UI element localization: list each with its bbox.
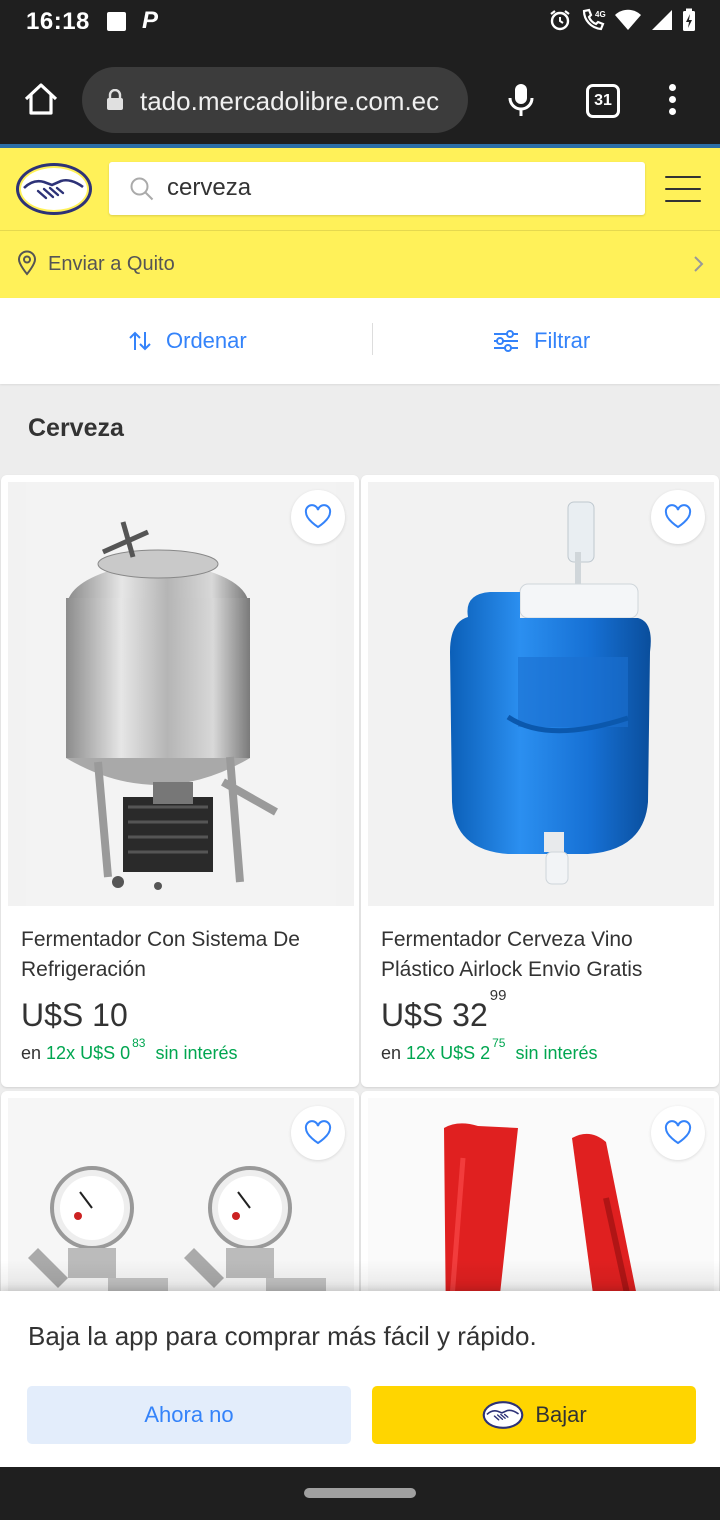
price-cents: 99 xyxy=(489,987,507,1005)
installments-amount: U$S 2 xyxy=(440,1043,491,1063)
network-type-label: 4G xyxy=(595,10,606,19)
browser-toolbar: tado.mercadolibre.com.ec 31 xyxy=(0,46,720,146)
filter-sliders-icon xyxy=(494,330,518,352)
voice-search-button[interactable] xyxy=(506,82,536,123)
installments-cents: 83 xyxy=(132,1036,146,1050)
browser-menu-button[interactable] xyxy=(664,84,680,120)
url-text: tado.mercadolibre.com.ec xyxy=(140,86,440,116)
toolbar-divider xyxy=(372,323,373,355)
microphone-icon xyxy=(508,84,534,116)
heart-icon xyxy=(304,504,332,529)
sort-label: Ordenar xyxy=(166,328,247,353)
alarm-icon xyxy=(550,10,570,31)
site-header: Enviar a Quito xyxy=(0,148,720,298)
installments-suffix: sin interés xyxy=(515,1043,598,1063)
dot-icon xyxy=(668,96,676,103)
home-gesture-handle[interactable] xyxy=(304,1488,416,1498)
installments-amount: U$S 0 xyxy=(80,1043,131,1063)
installments-prefix: en xyxy=(381,1043,402,1063)
sort-arrows-icon xyxy=(129,331,151,351)
sort-filter-bar: Ordenar Filtrar xyxy=(0,298,720,384)
product-title[interactable]: Fermentador Con Sistema De Refrigeración xyxy=(21,925,341,985)
product-card[interactable]: Fermentador Con Sistema De Refrigeración… xyxy=(1,475,359,1087)
menu-line xyxy=(665,200,701,202)
delivery-location-row[interactable]: Enviar a Quito xyxy=(0,231,720,297)
wifi-icon xyxy=(615,9,641,30)
favorite-button[interactable] xyxy=(291,490,345,544)
heart-icon xyxy=(664,1120,692,1145)
dismiss-app-button[interactable]: Ahora no xyxy=(27,1386,351,1444)
product-image-fermenter-steel[interactable] xyxy=(8,482,354,906)
lock-icon xyxy=(107,89,123,110)
blue-fermenter-image xyxy=(450,501,651,885)
app-banner-message: Baja la app para comprar más fácil y ráp… xyxy=(28,1321,537,1351)
mercadolibre-logo[interactable] xyxy=(14,161,94,217)
installments-suffix: sin interés xyxy=(155,1043,238,1063)
call-icon: 4G xyxy=(582,8,606,31)
banner-shadow xyxy=(0,1260,720,1292)
search-box xyxy=(109,162,645,215)
product-price: U$S 3299 xyxy=(381,987,506,1034)
main-menu-button[interactable] xyxy=(665,176,701,204)
notification-square-icon xyxy=(107,12,126,31)
tab-switcher-button[interactable]: 31 xyxy=(586,84,620,118)
search-icon xyxy=(130,177,154,201)
product-price: U$S 10 xyxy=(21,997,130,1034)
installments-cents: 75 xyxy=(492,1036,506,1050)
dot-icon xyxy=(668,84,676,91)
sort-button[interactable]: Ordenar xyxy=(128,298,247,384)
favorite-button[interactable] xyxy=(651,490,705,544)
product-card[interactable]: Fermentador Cerveza Vino Plástico Airloc… xyxy=(361,475,719,1087)
price-amount: U$S 10 xyxy=(21,997,128,1033)
search-input[interactable] xyxy=(167,172,627,204)
chevron-right-icon xyxy=(694,256,704,272)
filter-label: Filtrar xyxy=(534,328,591,353)
handshake-logo-icon xyxy=(482,1401,524,1429)
app-download-banner: Baja la app para comprar más fácil y ráp… xyxy=(0,1291,720,1467)
menu-line xyxy=(665,188,701,190)
download-app-label: Bajar xyxy=(535,1402,587,1427)
status-bar: 16:18 P 4G xyxy=(0,0,720,46)
installments: en 12x U$S 0 83 sin interés xyxy=(21,1036,238,1064)
results-title: Cerveza xyxy=(28,414,124,442)
status-icons: 4G xyxy=(548,8,696,32)
heart-icon xyxy=(664,504,692,529)
download-app-button[interactable]: Bajar xyxy=(372,1386,696,1444)
status-time: 16:18 xyxy=(26,8,90,35)
heart-icon xyxy=(304,1120,332,1145)
delivery-location-text: Enviar a Quito xyxy=(48,253,175,275)
price-amount: U$S 32 xyxy=(381,997,488,1033)
dot-icon xyxy=(668,108,676,115)
favorite-button[interactable] xyxy=(651,1106,705,1160)
steel-fermenter-image xyxy=(26,482,336,906)
battery-icon xyxy=(683,8,695,31)
address-bar[interactable]: tado.mercadolibre.com.ec xyxy=(82,67,468,133)
favorite-button[interactable] xyxy=(291,1106,345,1160)
handshake-logo-icon xyxy=(16,163,92,215)
home-icon xyxy=(24,83,58,115)
installments-prefix: en xyxy=(21,1043,42,1063)
location-pin-icon xyxy=(17,250,37,276)
product-image-fermenter-plastic[interactable] xyxy=(368,482,714,906)
installments-count: 12x xyxy=(406,1043,436,1063)
installments-count: 12x xyxy=(46,1043,76,1063)
home-button[interactable] xyxy=(22,82,60,116)
filter-button[interactable]: Filtrar xyxy=(492,298,590,384)
installments: en 12x U$S 2 75 sin interés xyxy=(381,1036,598,1064)
menu-line xyxy=(665,176,701,178)
notification-p-icon: P xyxy=(142,7,159,34)
signal-icon xyxy=(652,10,672,30)
product-title[interactable]: Fermentador Cerveza Vino Plástico Airloc… xyxy=(381,925,701,985)
system-navigation-bar xyxy=(0,1467,720,1520)
